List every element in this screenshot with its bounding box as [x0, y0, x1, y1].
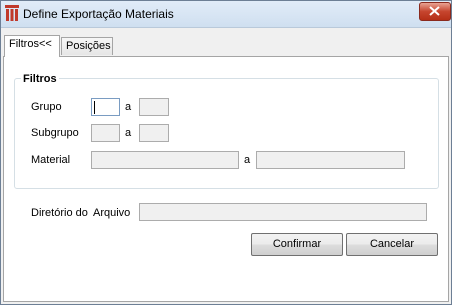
dialog-window: Define Exportação Materiais Filtros<< Po… [0, 0, 452, 305]
app-logo-icon [5, 5, 19, 21]
text-caret [94, 101, 95, 114]
material-label: Material [31, 154, 71, 166]
directory-input[interactable] [139, 203, 427, 221]
grupo-from-input[interactable] [91, 98, 120, 116]
material-range-separator: a [244, 154, 251, 166]
tab-posicoes[interactable]: Posições [61, 37, 113, 55]
grupo-label: Grupo [31, 101, 62, 113]
grupo-to-input[interactable] [139, 98, 169, 116]
confirm-button[interactable]: Confirmar [251, 233, 343, 256]
title-bar[interactable]: Define Exportação Materiais [1, 1, 451, 28]
material-from-input[interactable] [91, 151, 239, 169]
window-title: Define Exportação Materiais [23, 7, 174, 21]
close-button[interactable] [419, 2, 451, 21]
directory-label-part2: Arquivo [93, 207, 131, 219]
subgrupo-range-separator: a [125, 127, 132, 139]
subgrupo-label: Subgrupo [31, 127, 79, 139]
tab-filtros[interactable]: Filtros<< [4, 35, 60, 57]
cancel-button[interactable]: Cancelar [346, 233, 438, 256]
grupo-range-separator: a [125, 101, 132, 113]
filters-group-title: Filtros [21, 73, 59, 85]
material-to-input[interactable] [256, 151, 405, 169]
directory-label-part1: Diretório do [31, 207, 88, 219]
close-icon [429, 6, 440, 16]
subgrupo-to-input[interactable] [139, 124, 169, 142]
subgrupo-from-input[interactable] [91, 124, 120, 142]
